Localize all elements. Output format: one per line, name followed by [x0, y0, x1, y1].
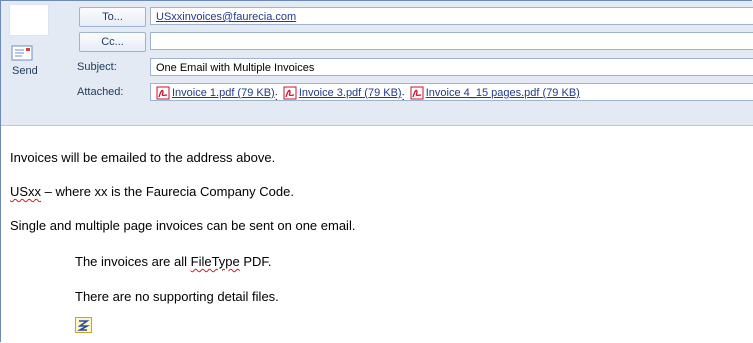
- subject-label: Subject:: [77, 61, 117, 73]
- body-line-end: PDF.: [239, 254, 272, 269]
- body-line: The invoices are all FileType PDF.: [75, 254, 272, 269]
- filetype-word: FileType: [190, 254, 240, 269]
- body-line-rest: – where xx is the Faurecia Company Code.: [41, 184, 294, 199]
- subject-field[interactable]: One Email with Multiple Invoices: [150, 58, 753, 76]
- attachment-name: Invoice 3.pdf (79 KB): [298, 87, 402, 99]
- attachment-separator: ;: [274, 91, 278, 101]
- pdf-icon: [283, 86, 297, 100]
- send-button[interactable]: Send: [9, 4, 63, 95]
- embedded-object-icon[interactable]: [75, 317, 92, 333]
- attachment-item[interactable]: Invoice 1.pdf (79 KB): [156, 84, 275, 100]
- to-address[interactable]: USxxinvoices@faurecia.com: [156, 11, 296, 23]
- attachment-name: Invoice 4_15 pages.pdf (79 KB): [425, 87, 580, 99]
- cc-field[interactable]: [150, 32, 753, 50]
- attachment-separator: ;: [401, 91, 405, 101]
- attachment-item[interactable]: Invoice 3.pdf (79 KB): [283, 84, 402, 100]
- message-header: Send To... USxxinvoices@faurecia.com Cc.…: [1, 1, 753, 126]
- send-label: Send: [12, 65, 38, 77]
- attachments-field[interactable]: Invoice 1.pdf (79 KB) ; Invoice 3.pdf (7…: [150, 83, 753, 101]
- to-button[interactable]: To...: [79, 7, 146, 27]
- body-line: Single and multiple page invoices can be…: [10, 218, 356, 233]
- cc-button[interactable]: Cc...: [79, 32, 146, 52]
- pdf-icon: [156, 86, 170, 100]
- pdf-icon: [410, 86, 424, 100]
- attachment-item[interactable]: Invoice 4_15 pages.pdf (79 KB): [410, 84, 580, 100]
- body-line-start: The invoices are all: [75, 254, 191, 269]
- send-icon: [11, 45, 33, 61]
- quick-access-box: [9, 4, 49, 36]
- body-line: There are no supporting detail files.: [75, 289, 279, 304]
- attachment-name: Invoice 1.pdf (79 KB): [172, 87, 275, 99]
- body-line: Invoices will be emailed to the address …: [10, 150, 276, 165]
- to-field[interactable]: USxxinvoices@faurecia.com: [150, 7, 753, 25]
- body-line: USxx – where xx is the Faurecia Company …: [10, 184, 294, 199]
- attached-label: Attached:: [77, 86, 124, 98]
- company-code-text: USxx: [10, 184, 42, 199]
